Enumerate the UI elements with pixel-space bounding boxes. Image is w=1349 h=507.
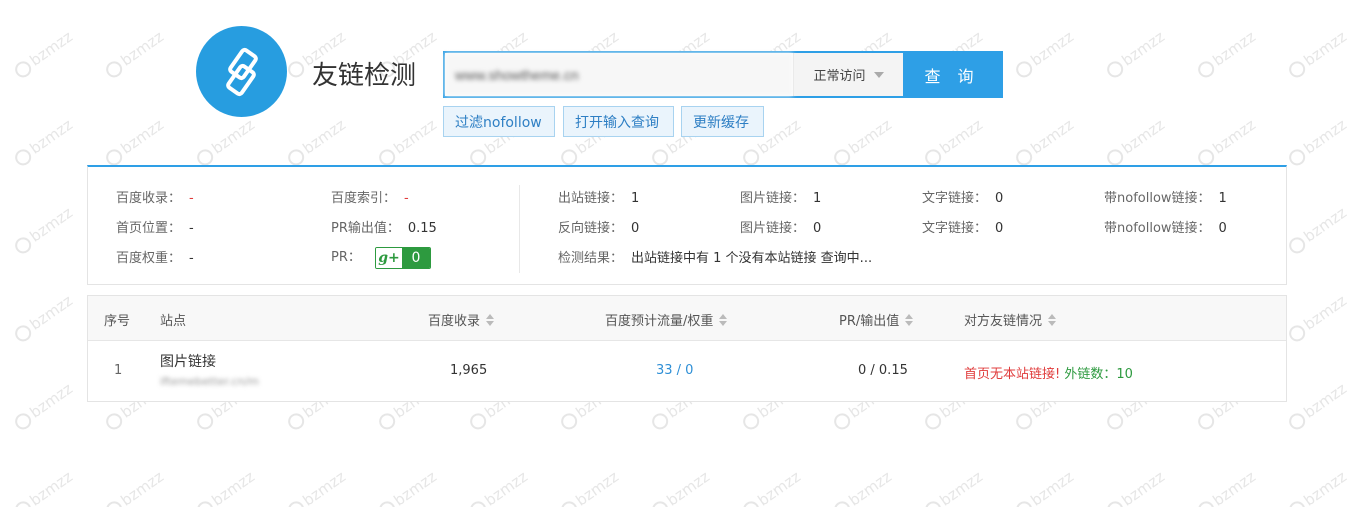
table-row: 1 图片链接 iftemebetter.cn/m 1,965 33 / 0 0 … [88,341,1286,401]
sort-icon [486,313,495,326]
col-pr-output[interactable]: PR/输出值 [839,310,914,329]
chevron-down-icon [873,71,884,78]
sort-icon [1048,313,1057,326]
watermark-text: bzmzz [1285,467,1349,507]
stat-baidu-index: 百度索引： - [331,191,409,206]
row-site-domain[interactable]: iftemebetter.cn/m [160,375,259,388]
col-link-status[interactable]: 对方友链情况 [964,310,1057,329]
watermark-text: bzmzz [739,467,804,507]
watermark-text: bzmzz [11,115,76,169]
watermark-text: bzmzz [1103,27,1168,81]
google-plus-badge: g+ 0 [375,246,432,269]
watermark-text: bzmzz [102,115,167,169]
stat-outbound-text-links: 文字链接： 0 [922,191,1004,206]
stat-back-nofollow-links: 带nofollow链接： 0 [1104,221,1227,236]
status-warning: 首页无本站链接! [964,367,1061,382]
watermark-text: bzmzz [1012,467,1077,507]
open-input-query-button[interactable]: 打开输入查询 [563,106,674,137]
watermark-text: bzmzz [1012,115,1077,169]
stats-panel: 百度收录： - 首页位置： - 百度权重： - 百度索引： - PR输出值： 0.15 P… [87,165,1287,285]
stat-back-links: 反向链接： 0 [558,221,640,236]
row-traffic-weight[interactable]: 33 / 0 [656,363,693,378]
query-button[interactable]: 查 询 [903,53,1001,96]
col-baidu-index[interactable]: 百度收录 [428,310,495,329]
watermark-text: bzmzz [11,379,76,433]
sort-icon [719,313,728,326]
outlinks-value: 10 [1116,367,1133,382]
url-input[interactable] [445,53,793,96]
watermark-text: bzmzz [1285,379,1349,433]
watermark-text: bzmzz [921,115,986,169]
outlinks-label: 外链数： [1064,367,1117,382]
col-site: 站点 [160,314,187,329]
search-box: 正常访问 查 询 [443,51,1003,98]
watermark-text: bzmzz [1194,115,1259,169]
watermark-text: bzmzz [1194,27,1259,81]
watermark-text: bzmzz [557,467,622,507]
stats-divider [519,185,520,273]
link-logo-icon [196,26,287,117]
result-table: 序号 站点 百度收录 百度预计流量/权重 PR/输出值 对方友链情况 1 图片链… [87,295,1287,402]
watermark-text: bzmzz [102,27,167,81]
col-index: 序号 [104,314,131,329]
stat-baidu-collected: 百度收录： - [116,191,194,206]
stat-back-text-links: 文字链接： 0 [922,221,1004,236]
pr-value: 0 [402,247,431,268]
row-site-name[interactable]: 图片链接 [160,351,216,371]
watermark-text: bzmzz [11,291,76,345]
visit-mode-label: 正常访问 [813,69,866,84]
watermark-text: bzmzz [1285,203,1349,257]
row-pr-output: 0 / 0.15 [858,363,908,378]
stat-pr-output: PR输出值： 0.15 [331,221,437,236]
watermark-text: bzmzz [921,467,986,507]
watermark-text: bzmzz [830,115,895,169]
watermark-text: bzmzz [1285,27,1349,81]
google-plus-icon: g+ [376,247,403,268]
watermark-text: bzmzz [1285,115,1349,169]
stat-home-position: 首页位置： - [116,221,194,236]
watermark-text: bzmzz [466,467,531,507]
table-header: 序号 站点 百度收录 百度预计流量/权重 PR/输出值 对方友链情况 [88,296,1286,341]
stat-outbound-nofollow-links: 带nofollow链接： 1 [1104,191,1227,206]
watermark-text: bzmzz [193,467,258,507]
detection-result: 检测结果： 出站链接中有 1 个没有本站链接 查询中... [558,251,873,266]
watermark-text: bzmzz [1103,115,1168,169]
row-link-status: 首页无本站链接! 外链数：10 [964,363,1133,382]
watermark-text: bzmzz [830,467,895,507]
watermark-text: bzmzz [648,467,713,507]
watermark-text: bzmzz [11,203,76,257]
col-traffic-weight[interactable]: 百度预计流量/权重 [605,310,728,329]
watermark-text: bzmzz [1012,27,1077,81]
watermark-text: bzmzz [193,115,258,169]
watermark-text: bzmzz [1285,291,1349,345]
sort-icon [905,313,914,326]
watermark-text: bzmzz [1103,467,1168,507]
stat-pr: PR： g+ 0 [331,246,432,269]
page-title: 友链检测 [312,61,417,91]
watermark-text: bzmzz [284,467,349,507]
watermark-text: bzmzz [1194,467,1259,507]
stat-outbound-image-links: 图片链接： 1 [740,191,822,206]
filter-nofollow-button[interactable]: 过滤nofollow [443,106,555,137]
stat-back-image-links: 图片链接： 0 [740,221,822,236]
watermark-text: bzmzz [284,115,349,169]
watermark-text: bzmzz [375,115,440,169]
visit-mode-select[interactable]: 正常访问 [793,53,903,96]
stat-baidu-weight: 百度权重： - [116,251,194,266]
update-cache-button[interactable]: 更新缓存 [681,106,764,137]
watermark-text: bzmzz [375,467,440,507]
watermark-text: bzmzz [11,27,76,81]
watermark-text: bzmzz [11,467,76,507]
row-baidu-index: 1,965 [450,363,488,378]
stat-outbound-links: 出站链接： 1 [558,191,640,206]
watermark-text: bzmzz [102,467,167,507]
row-index: 1 [114,363,123,378]
